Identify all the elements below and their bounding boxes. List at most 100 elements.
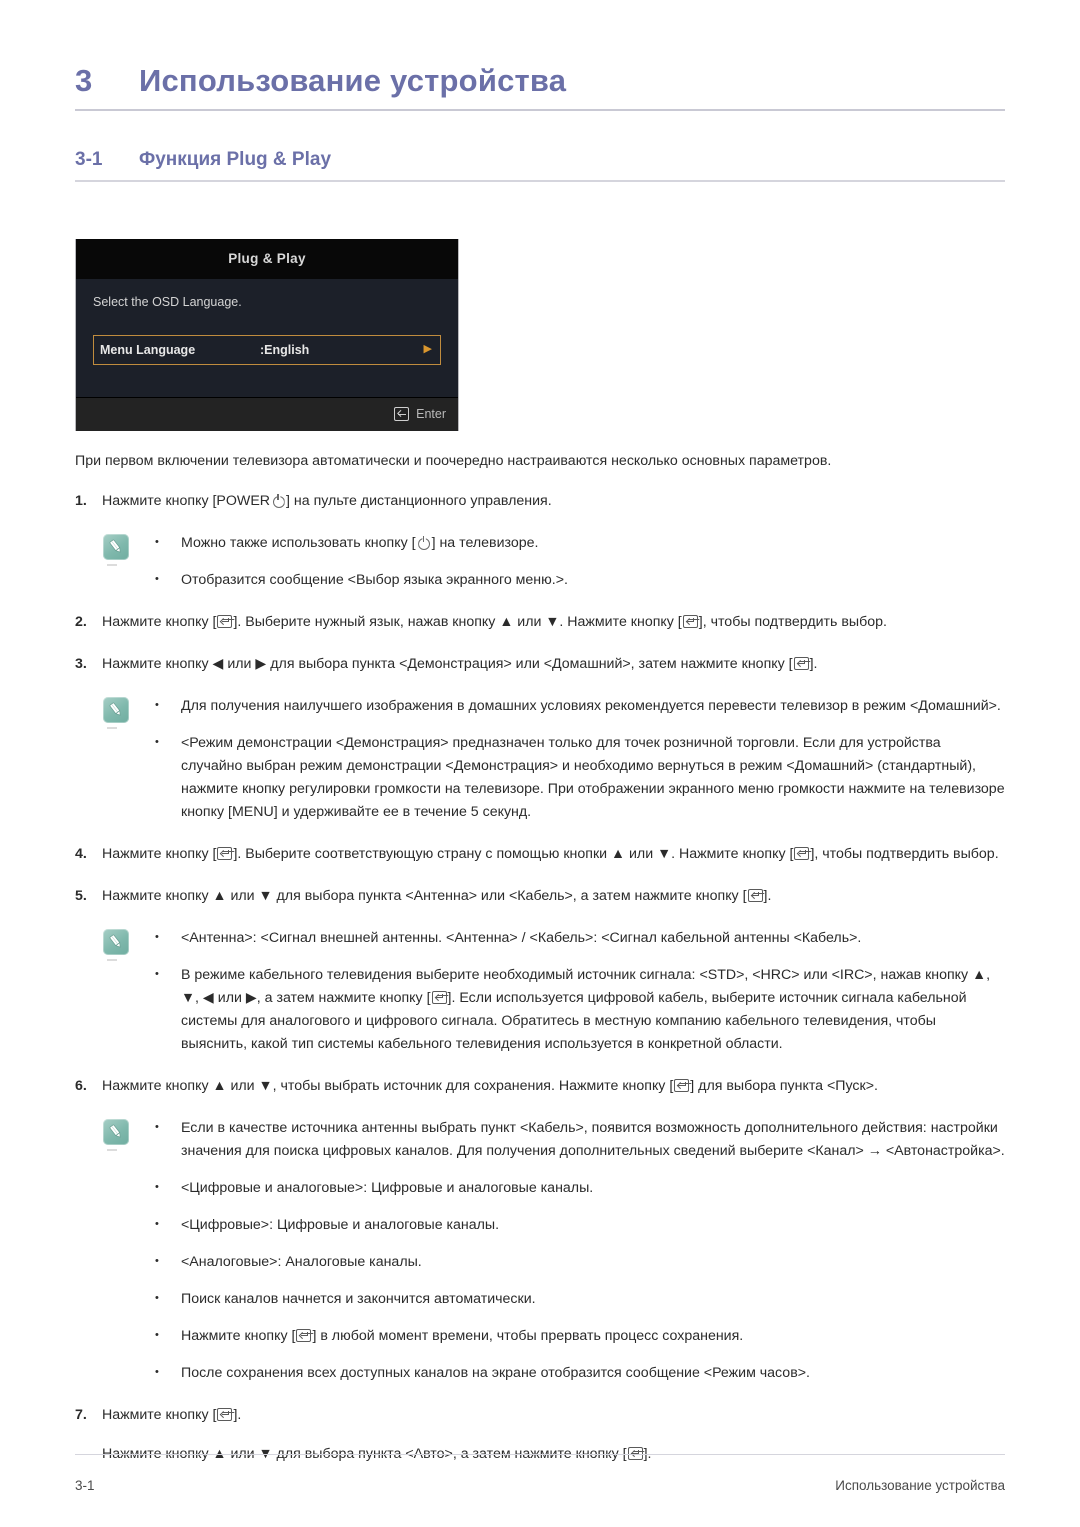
enter-key-icon [217,615,233,629]
footer-page-number: 3-1 [75,1478,95,1493]
chapter-title: Использование устройства [139,63,567,98]
power-icon [272,494,284,506]
note-text: Поиск каналов начнется и закончится авто… [181,1291,536,1308]
power-icon [418,536,430,548]
osd-figure: Plug & Play Select the OSD Language. Men… [75,238,1005,431]
step-6-p2: ] для выбора пункта <Пуск>. [690,1078,878,1095]
step-7: 7. Нажмите кнопку []. Нажмите кнопку ▲ и… [75,1404,1005,1466]
note-icon-cell [103,532,155,592]
note-text: <Аналоговые>: Аналоговые каналы. [181,1254,422,1271]
step-number: 1. [75,493,87,510]
note-text: Если в качестве источника антенны выбрат… [181,1120,1005,1160]
enter-key-icon [394,407,410,421]
note-text: Отобразится сообщение <Выбор языка экран… [181,572,568,589]
enter-key-icon [674,1079,690,1093]
note-item: • Для получения наилучшего изображения в… [155,695,1005,718]
intro-paragraph: При первом включении телевизора автомати… [75,452,832,469]
osd-menu-language-row[interactable]: Menu Language :English ▶ [93,334,441,365]
chevron-right-icon[interactable]: ▶ [424,344,432,355]
step-4-p1: Нажмите кнопку [ [102,846,217,863]
step-number: 2. [75,614,87,631]
footer-chapter-name: Использование устройства [835,1478,1005,1493]
section-divider [75,180,1005,182]
step-5: 5. Нажмите кнопку ▲ или ▼ для выбора пун… [75,885,1005,908]
step-text: Нажмите кнопку ▲ или ▼, чтобы выбрать ис… [102,1075,1005,1098]
step-number: 6. [75,1078,87,1095]
note-text: Можно также использовать кнопку [ ] на те… [181,532,1005,555]
step-3-p2: ]. [809,656,818,673]
note-item: • Если в качестве источника антенны выбр… [155,1117,1005,1163]
step-2: 2. Нажмите кнопку []. Выберите нужный яз… [75,611,1005,634]
enter-key-icon [217,1408,233,1422]
enter-key-icon [217,847,233,861]
step-6-p1: Нажмите кнопку ▲ или ▼, чтобы выбрать ис… [102,1078,674,1095]
note-text: <Режим демонстрации <Демонстрация> предн… [181,735,1005,821]
note-list: • Для получения наилучшего изображения в… [155,695,1005,824]
bullet-icon: • [155,931,159,944]
enter-key-icon [296,1329,312,1343]
note-text: После сохранения всех доступных каналов … [181,1365,810,1382]
enter-key-icon [682,615,698,629]
document-page: 3 Использование устройства 3-1 Функция P… [0,0,1080,1527]
note-text: <Цифровые и аналоговые>: Цифровые и анал… [181,1180,594,1197]
step-4: 4. Нажмите кнопку []. Выберите соответст… [75,843,1005,866]
note-list: • <Антенна>: <Сигнал внешней антенны. <А… [155,927,1005,1056]
note1-b1-pre: Можно также использовать кнопку [ [181,535,416,552]
footer-divider [75,1453,1005,1455]
step-text: Нажмите кнопку ◀ или ▶ для выбора пункта… [102,653,1005,676]
bullet-icon: • [155,536,159,549]
bullet-icon: • [155,1181,159,1194]
note-item: • В режиме кабельного телевидения выбери… [155,964,1005,1056]
bullet-icon: • [155,1255,159,1268]
note-item: • <Цифровые>: Цифровые и аналоговые кана… [155,1214,1005,1237]
step-1: 1. Нажмите кнопку [POWER ] на пульте дист… [75,490,1005,513]
note-text: <Цифровые>: Цифровые и аналоговые каналы… [181,1217,500,1234]
note-item: • После сохранения всех доступных канало… [155,1362,1005,1385]
bullet-icon: • [155,573,159,586]
page-footer: 3-1 Использование устройства [75,1478,1005,1493]
note-item: • Отобразится сообщение <Выбор языка экр… [155,569,1005,592]
note-text: Для получения наилучшего изображения в д… [181,698,1001,715]
note-item: • <Режим демонстрации <Демонстрация> пре… [155,732,1005,824]
step-number: 4. [75,846,87,863]
osd-footer: Enter [76,396,458,431]
osd-row-label: Menu Language [100,342,196,357]
note-pencil-icon [103,534,129,567]
step-2-p2: ]. Выберите нужный язык, нажав кнопку ▲ … [233,614,682,631]
step-1-post: ] на пульте дистанционного управления. [286,493,552,510]
step-text: Нажмите кнопку ▲ или ▼ для выбора пункта… [102,885,1005,908]
bullet-icon: • [155,699,159,712]
note-text: <Антенна>: <Сигнал внешней антенны. <Ант… [181,930,862,947]
step-3-p1: Нажмите кнопку ◀ или ▶ для выбора пункта… [102,656,793,673]
osd-spacer [93,365,441,387]
bullet-icon: • [155,968,159,981]
step-1-pre: Нажмите кнопку [POWER [102,493,271,510]
note-item: • Нажмите кнопку [] в любой момент време… [155,1325,1005,1348]
step-7-p2: ]. [233,1407,242,1424]
step-5-p2: ]. [763,888,772,905]
note-pencil-icon [103,929,129,962]
step-text: Нажмите кнопку []. Выберите нужный язык,… [102,611,1005,634]
note-item: • <Цифровые и аналоговые>: Цифровые и ан… [155,1177,1005,1200]
note-item: • Можно также использовать кнопку [ ] на … [155,532,1005,555]
bullet-icon: • [155,1292,159,1305]
osd-body: Select the OSD Language. Menu Language :… [76,279,458,397]
step-text: Нажмите кнопку []. Выберите соответствую… [102,843,1005,866]
step-4-p3: ], чтобы подтвердить выбор. [810,846,999,863]
note-pencil-icon [103,1119,129,1152]
note-icon-cell [103,927,155,1056]
note-block-2: • Для получения наилучшего изображения в… [103,695,1005,824]
section-heading: 3-1 Функция Plug & Play [75,149,1005,171]
note-item: • <Антенна>: <Сигнал внешней антенны. <А… [155,927,1005,950]
step-3: 3. Нажмите кнопку ◀ или ▶ для выбора пун… [75,653,1005,676]
note-block-4: • Если в качестве источника антенны выбр… [103,1117,1005,1385]
section-number: 3-1 [75,149,103,170]
enter-key-icon [747,889,763,903]
step-text: Нажмите кнопку []. Нажмите кнопку ▲ или … [102,1404,1005,1466]
note-list: • Можно также использовать кнопку [ ] на … [155,532,1005,592]
note4-b6-p2: ] в любой момент времени, чтобы прервать… [312,1328,744,1345]
step-7-p1: Нажмите кнопку [ [102,1407,217,1424]
chapter-number: 3 [75,63,93,98]
note1-b1-post: ] на телевизоре. [431,535,539,552]
osd-row-value: :English [260,342,310,357]
